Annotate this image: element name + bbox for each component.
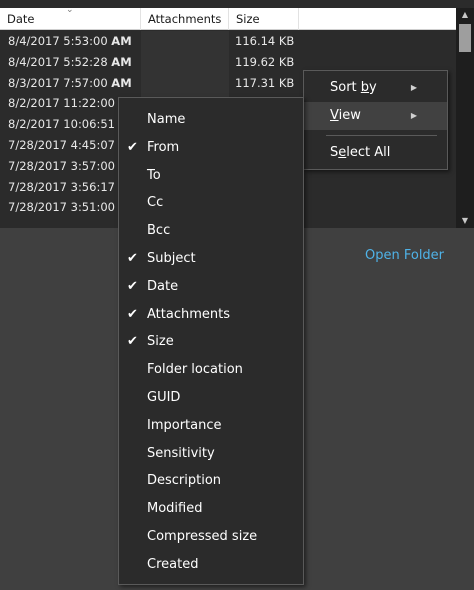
view-column-label: Date <box>147 278 179 294</box>
column-attachments-header[interactable]: Attachments <box>141 8 229 30</box>
checkmark-icon: ✔ <box>127 306 138 322</box>
view-column-item[interactable]: To <box>119 162 303 190</box>
size-cell: 119.62 KB <box>235 54 295 69</box>
view-column-label: Compressed size <box>147 528 258 544</box>
open-folder-link[interactable]: Open Folder <box>365 248 444 263</box>
checkmark-icon: ✔ <box>127 250 138 266</box>
size-cell: 116.14 KB <box>235 34 295 48</box>
view-column-item[interactable]: ✔ Date <box>119 273 303 301</box>
column-date-header[interactable]: Date ⌄ <box>0 5 141 30</box>
view-column-item[interactable]: Name <box>119 106 303 134</box>
view-column-item[interactable]: Folder location <box>119 356 303 384</box>
view-column-item[interactable]: Compressed size <box>119 523 303 551</box>
menu-item-label: Sort by <box>330 80 377 95</box>
sort-descending-icon: ⌄ <box>66 5 74 15</box>
view-submenu: Name ✔ From To Cc Bcc ✔ Subject ✔ Date ✔ Attachment… <box>118 97 304 585</box>
scroll-thumb[interactable] <box>459 24 471 52</box>
view-column-item[interactable]: ✔ From <box>119 134 303 162</box>
view-column-item[interactable]: Sensitivity <box>119 440 303 468</box>
column-date-label: Date <box>7 12 35 26</box>
submenu-arrow-icon: ▶ <box>410 111 417 120</box>
view-column-item[interactable]: Importance <box>119 412 303 440</box>
date-cell: 8/4/2017 5:52:28 AM <box>8 54 132 69</box>
view-column-label: Importance <box>147 417 222 433</box>
view-column-label: Name <box>147 112 186 127</box>
view-column-label: GUID <box>147 389 181 405</box>
view-column-item[interactable]: Description <box>119 467 303 495</box>
checkmark-icon: ✔ <box>127 139 138 155</box>
view-column-label: From <box>147 139 180 155</box>
checkmark-icon: ✔ <box>127 334 138 350</box>
view-column-label: Bcc <box>147 223 171 239</box>
view-column-item[interactable]: Bcc <box>119 217 303 245</box>
table-row[interactable]: 8/4/2017 5:53:00 AM 116.14 KB <box>0 31 456 52</box>
view-column-label: Sensitivity <box>147 445 215 461</box>
view-column-label: Modified <box>147 501 203 517</box>
view-column-item[interactable]: ✔ Size <box>119 328 303 356</box>
column-size-label: Size <box>236 12 260 26</box>
view-column-item[interactable]: ✔ Subject <box>119 245 303 273</box>
column-attachments-label: Attachments <box>148 12 222 26</box>
view-column-item[interactable]: ✔ Attachments <box>119 301 303 329</box>
view-column-label: Folder location <box>147 362 243 378</box>
view-column-label: Attachments <box>147 306 230 322</box>
submenu-arrow-icon: ▶ <box>410 83 417 92</box>
view-column-label: Created <box>147 556 199 572</box>
menu-item-sort-by[interactable]: Sort by ▶ <box>304 74 447 102</box>
checkmark-icon: ✔ <box>127 278 138 294</box>
vertical-scrollbar[interactable]: ▲ ▼ <box>456 8 474 228</box>
scroll-up-arrow-icon[interactable]: ▲ <box>456 8 474 22</box>
size-cell: 117.31 KB <box>235 75 295 90</box>
menu-item-label: Select All <box>330 145 391 160</box>
view-column-item[interactable]: Modified <box>119 495 303 523</box>
column-header: Date ⌄ Attachments Size <box>0 5 456 30</box>
view-column-item[interactable]: Cc <box>119 189 303 217</box>
menu-item-view[interactable]: View ▶ <box>304 102 447 130</box>
menu-separator <box>326 135 437 136</box>
column-size-header[interactable]: Size <box>229 8 299 30</box>
scroll-down-arrow-icon[interactable]: ▼ <box>456 214 474 228</box>
view-column-label: Description <box>147 473 222 489</box>
view-column-label: Subject <box>147 250 196 266</box>
context-menu: Sort by ▶ View ▶ Select All <box>303 70 448 170</box>
date-cell: 8/4/2017 5:53:00 AM <box>8 34 132 48</box>
view-column-label: Size <box>147 334 174 350</box>
view-column-item[interactable]: Created <box>119 551 303 579</box>
date-cell: 8/3/2017 7:57:00 AM <box>8 75 132 90</box>
menu-item-select-all[interactable]: Select All <box>304 139 447 167</box>
view-column-label: To <box>147 167 161 183</box>
view-column-label: Cc <box>147 195 164 211</box>
view-column-item[interactable]: GUID <box>119 384 303 412</box>
menu-item-label: View <box>330 108 361 123</box>
